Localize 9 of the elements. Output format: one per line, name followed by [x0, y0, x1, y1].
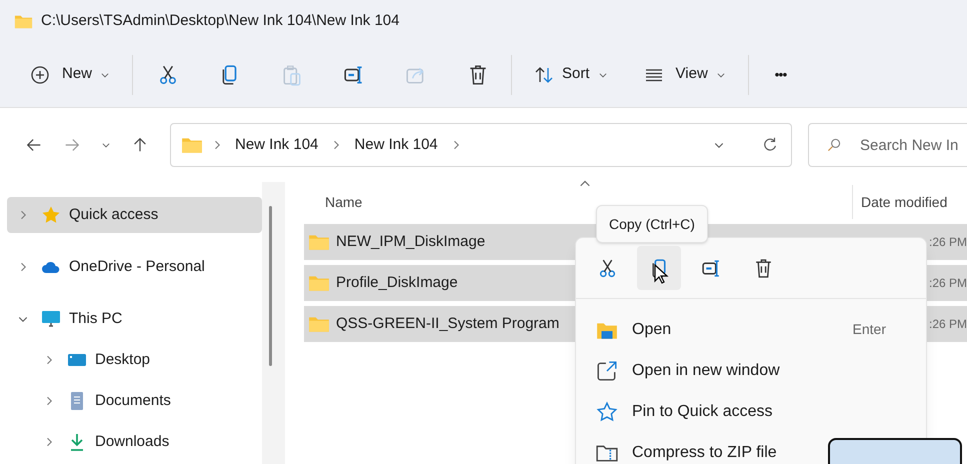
tooltip: Copy (Ctrl+C) — [596, 205, 708, 243]
window-title: C:\Users\TSAdmin\Desktop\New Ink 104\New Ink 104 — [41, 10, 400, 31]
file-name: QSS-GREEN-II_System Program — [336, 314, 560, 334]
shortcut-text: Enter — [852, 320, 886, 339]
date-cell-text: :26 PM — [928, 234, 967, 251]
date-cell-text: :26 PM — [928, 275, 967, 292]
file-name: NEW_IPM_DiskImage — [336, 232, 486, 252]
date-cell-text: :26 PM — [928, 316, 967, 333]
file-name: Profile_DiskImage — [336, 272, 458, 293]
